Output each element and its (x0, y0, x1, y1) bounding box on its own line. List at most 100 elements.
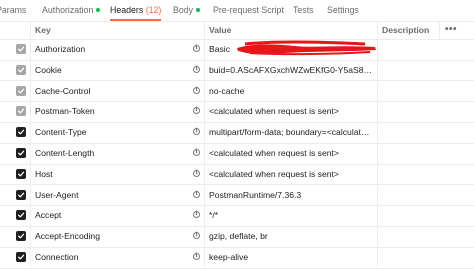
tab-settings-label: Settings (327, 5, 359, 15)
info-icon[interactable]: i (193, 253, 200, 260)
request-tabs: Params Authorization Headers (12) Body P… (0, 0, 474, 22)
row-checkbox[interactable] (16, 85, 26, 96)
header-description[interactable] (382, 86, 472, 97)
checkmark-icon (17, 212, 25, 218)
header-description[interactable] (382, 252, 472, 263)
row-checkbox[interactable] (16, 210, 26, 221)
header-description[interactable] (382, 44, 472, 55)
table-row: Content-Type i multipart/form-data; bounda… (0, 122, 474, 144)
checkmark-icon (17, 46, 25, 52)
checkmark-icon (17, 192, 25, 198)
more-horizontal-icon[interactable]: ••• (445, 25, 457, 35)
tab-settings[interactable]: Settings (327, 5, 359, 21)
header-value[interactable]: Basic (209, 44, 373, 55)
tab-params[interactable]: Params (0, 5, 26, 21)
header-description[interactable] (382, 106, 472, 117)
column-divider (439, 21, 440, 39)
header-key[interactable]: Postman-Token (35, 106, 95, 117)
checkmark-icon (17, 233, 25, 239)
info-icon[interactable]: i (193, 211, 200, 219)
header-description[interactable] (382, 127, 472, 138)
table-row: Host i <calculated when request is sent> (0, 164, 474, 186)
info-icon[interactable]: i (193, 128, 200, 136)
checkmark-icon (17, 108, 25, 114)
header-key[interactable]: Content-Type (35, 127, 87, 138)
info-icon[interactable]: i (193, 45, 200, 52)
tab-authorization-label: Authorization (42, 5, 94, 15)
header-key[interactable]: Connection (35, 252, 78, 263)
tab-body[interactable]: Body (173, 5, 201, 21)
header-description[interactable] (382, 231, 472, 242)
table-row: Accept-Encoding i gzip, deflate, br (0, 226, 474, 248)
header-description[interactable] (382, 190, 472, 201)
info-icon[interactable]: i (193, 149, 200, 156)
header-value[interactable]: buid=0.AScAFXGxchWZwEKfG0-Y5aS80jI5R... (209, 65, 373, 76)
header-description[interactable] (382, 65, 472, 76)
checkmark-icon (17, 88, 25, 94)
status-dot-icon (196, 7, 201, 12)
info-icon[interactable]: i (193, 65, 200, 73)
column-divider (377, 21, 378, 268)
header-value[interactable]: keep-alive (209, 252, 373, 263)
row-checkbox[interactable] (16, 127, 26, 138)
header-value[interactable]: multipart/form-data; boundary=<calculate… (209, 127, 373, 138)
header-value[interactable]: <calculated when request is sent> (209, 169, 373, 180)
header-value[interactable]: */* (209, 210, 373, 221)
column-header-value: Value (209, 25, 232, 35)
table-header: Key Value Description ••• (0, 21, 474, 40)
tab-body-label: Body (173, 5, 194, 15)
header-value[interactable]: gzip, deflate, br (209, 231, 373, 242)
header-key[interactable]: Content-Length (35, 148, 94, 159)
info-icon[interactable]: i (193, 190, 200, 198)
info-icon[interactable]: i (193, 86, 200, 94)
header-description[interactable] (382, 169, 472, 180)
table-row: Connection i keep-alive (0, 247, 474, 269)
info-icon[interactable]: i (193, 107, 200, 115)
table-row: User-Agent i PostmanRuntime/7.36.3 (0, 185, 474, 207)
row-checkbox[interactable] (16, 44, 26, 54)
checkmark-icon (17, 67, 25, 73)
tab-pre-request-script-label: Pre-request Script (213, 5, 284, 15)
row-checkbox[interactable] (16, 252, 26, 262)
column-header-key: Key (35, 25, 51, 35)
table-row: Accept i */* (0, 205, 474, 227)
header-value[interactable]: <calculated when request is sent> (209, 106, 373, 117)
checkmark-icon (17, 129, 25, 135)
row-checkbox[interactable] (16, 64, 26, 75)
status-dot-icon (96, 7, 101, 12)
row-checkbox[interactable] (16, 148, 26, 158)
header-key[interactable]: Accept (35, 210, 61, 221)
info-icon[interactable]: i (193, 232, 200, 240)
tab-headers[interactable]: Headers (12) (110, 5, 162, 21)
table-row: Postman-Token i <calculated when request i… (0, 101, 474, 123)
header-key[interactable]: Host (35, 169, 53, 180)
header-key[interactable]: Authorization (35, 44, 85, 55)
row-checkbox[interactable] (16, 189, 26, 200)
header-description[interactable] (382, 210, 472, 221)
row-checkbox[interactable] (16, 168, 26, 179)
table-row: Content-Length i <calculated when request … (0, 143, 474, 165)
table-row: Cookie i buid=0.AScAFXGxchWZwEKfG0-Y5aS80j… (0, 60, 474, 82)
table-row: Authorization i Basic (0, 39, 474, 61)
column-divider (204, 21, 205, 268)
tab-tests[interactable]: Tests (293, 5, 314, 21)
header-key[interactable]: Cache-Control (35, 86, 90, 97)
tab-pre-request-script[interactable]: Pre-request Script (213, 5, 284, 21)
header-value[interactable]: no-cache (209, 86, 373, 97)
header-description[interactable] (382, 148, 472, 159)
tab-headers-label: Headers (110, 5, 144, 15)
tab-params-label: Params (0, 5, 27, 15)
info-icon[interactable]: i (193, 169, 200, 177)
row-checkbox[interactable] (16, 231, 26, 242)
checkmark-icon (17, 254, 25, 260)
header-value[interactable]: PostmanRuntime/7.36.3 (209, 190, 373, 201)
headers-count: (12) (145, 5, 162, 15)
column-divider (30, 21, 31, 268)
header-key[interactable]: Cookie (35, 65, 62, 76)
row-checkbox[interactable] (16, 106, 26, 117)
header-value[interactable]: <calculated when request is sent> (209, 148, 373, 159)
checkmark-icon (17, 150, 25, 156)
header-key[interactable]: Accept-Encoding (35, 231, 100, 242)
tab-authorization[interactable]: Authorization (42, 5, 101, 21)
header-key[interactable]: User-Agent (35, 190, 78, 201)
